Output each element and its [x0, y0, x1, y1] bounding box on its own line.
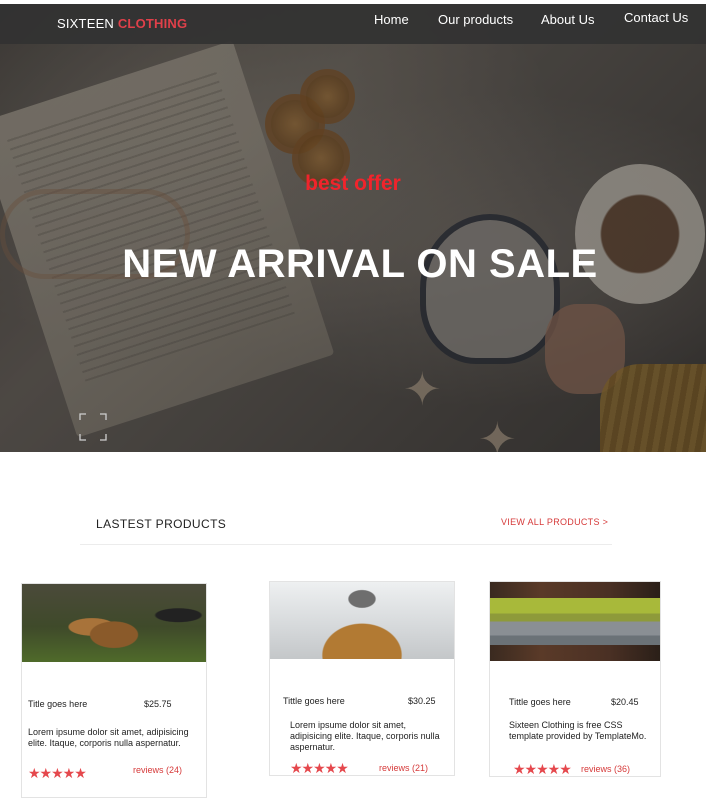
star-rating-icon: ★★★★★	[290, 760, 349, 776]
nav-link-our-products[interactable]: Our products	[438, 12, 513, 27]
product-price: $30.25	[408, 696, 436, 706]
product-reviews-link[interactable]: reviews (36)	[581, 764, 630, 774]
hero-banner: ✦ ✦	[0, 4, 706, 452]
star-rating-icon: ★★★★★	[28, 765, 87, 781]
product-price: $25.75	[144, 699, 172, 709]
product-price: $20.45	[611, 697, 639, 707]
logo-accent: CLOTHING	[117, 16, 188, 31]
logo-primary: SIXTEEN	[57, 16, 115, 31]
star-rating-icon: ★★★★★	[513, 761, 572, 777]
hero-overlay	[0, 4, 706, 452]
product-image-beanie[interactable]	[270, 582, 454, 659]
product-image-scarves[interactable]	[490, 582, 660, 661]
product-card[interactable]: Tittle goes here $30.25 Lorem ipsume dol…	[269, 581, 455, 776]
latest-products-heading: LASTEST PRODUCTS	[96, 517, 227, 531]
site-logo[interactable]: SIXTEEN CLOTHING	[57, 16, 187, 31]
product-image-boots[interactable]	[22, 584, 206, 662]
product-title[interactable]: Title goes here	[28, 699, 87, 709]
product-description: Lorem ipsume dolor sit amet, adipisicing…	[28, 727, 189, 748]
nav-link-about-us[interactable]: About Us	[541, 12, 594, 27]
product-reviews-link[interactable]: reviews (24)	[133, 765, 182, 775]
nav-link-contact-us[interactable]: Contact Us	[624, 10, 688, 25]
product-description: Sixteen Clothing is free CSS template pr…	[509, 720, 647, 741]
product-card[interactable]: Title goes here $25.75 Lorem ipsume dolo…	[21, 583, 207, 798]
section-divider	[80, 544, 612, 545]
focus-frame-icon	[79, 413, 107, 441]
product-title[interactable]: Tittle goes here	[509, 697, 571, 707]
product-description: Lorem ipsume dolor sit amet, adipisicing…	[290, 720, 440, 752]
product-title[interactable]: Tittle goes here	[283, 696, 345, 706]
view-all-products-link[interactable]: VIEW ALL PRODUCTS >	[501, 517, 608, 527]
hero-title: NEW ARRIVAL ON SALE	[122, 242, 598, 286]
product-card[interactable]: Tittle goes here $20.45 Sixteen Clothing…	[489, 581, 661, 777]
product-reviews-link[interactable]: reviews (21)	[379, 763, 428, 773]
nav-link-home[interactable]: Home	[374, 12, 409, 27]
hero-subtitle: best offer	[305, 172, 401, 195]
top-navbar: SIXTEEN CLOTHING Home Our products About…	[0, 4, 706, 44]
